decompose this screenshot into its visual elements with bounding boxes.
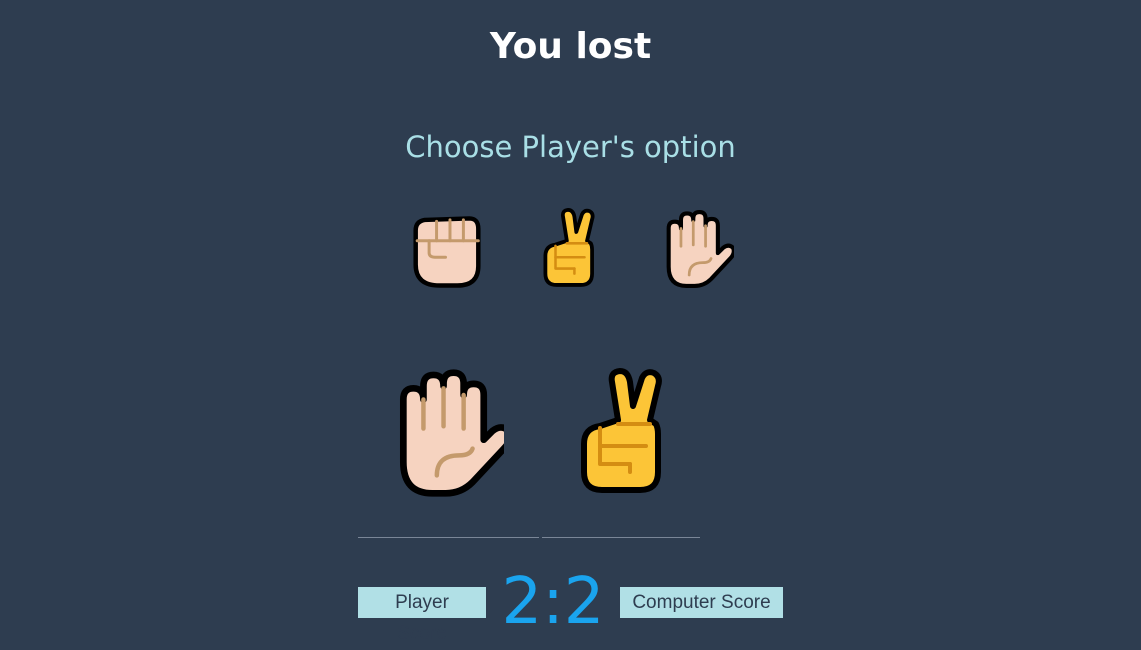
player-divider — [358, 537, 539, 538]
scissors-victory-icon — [578, 366, 668, 500]
score-display: 2:2 — [501, 565, 605, 639]
computer-score-label: Computer Score — [620, 587, 783, 618]
computer-choice — [578, 366, 668, 500]
scissors-option-button[interactable] — [532, 208, 608, 290]
player-score-label: Player Score — [358, 587, 486, 644]
choose-option-prompt: Choose Player's option — [405, 130, 736, 164]
player-choice — [392, 366, 504, 500]
paper-hand-icon — [658, 208, 734, 290]
rock-option-button[interactable] — [409, 208, 485, 290]
rock-fist-icon — [409, 208, 485, 290]
paper-hand-icon — [392, 366, 504, 500]
paper-option-button[interactable] — [658, 208, 734, 290]
result-heading: You lost — [489, 26, 652, 67]
computer-divider — [542, 537, 700, 538]
option-buttons — [0, 208, 1141, 292]
scissors-victory-icon — [532, 208, 608, 290]
